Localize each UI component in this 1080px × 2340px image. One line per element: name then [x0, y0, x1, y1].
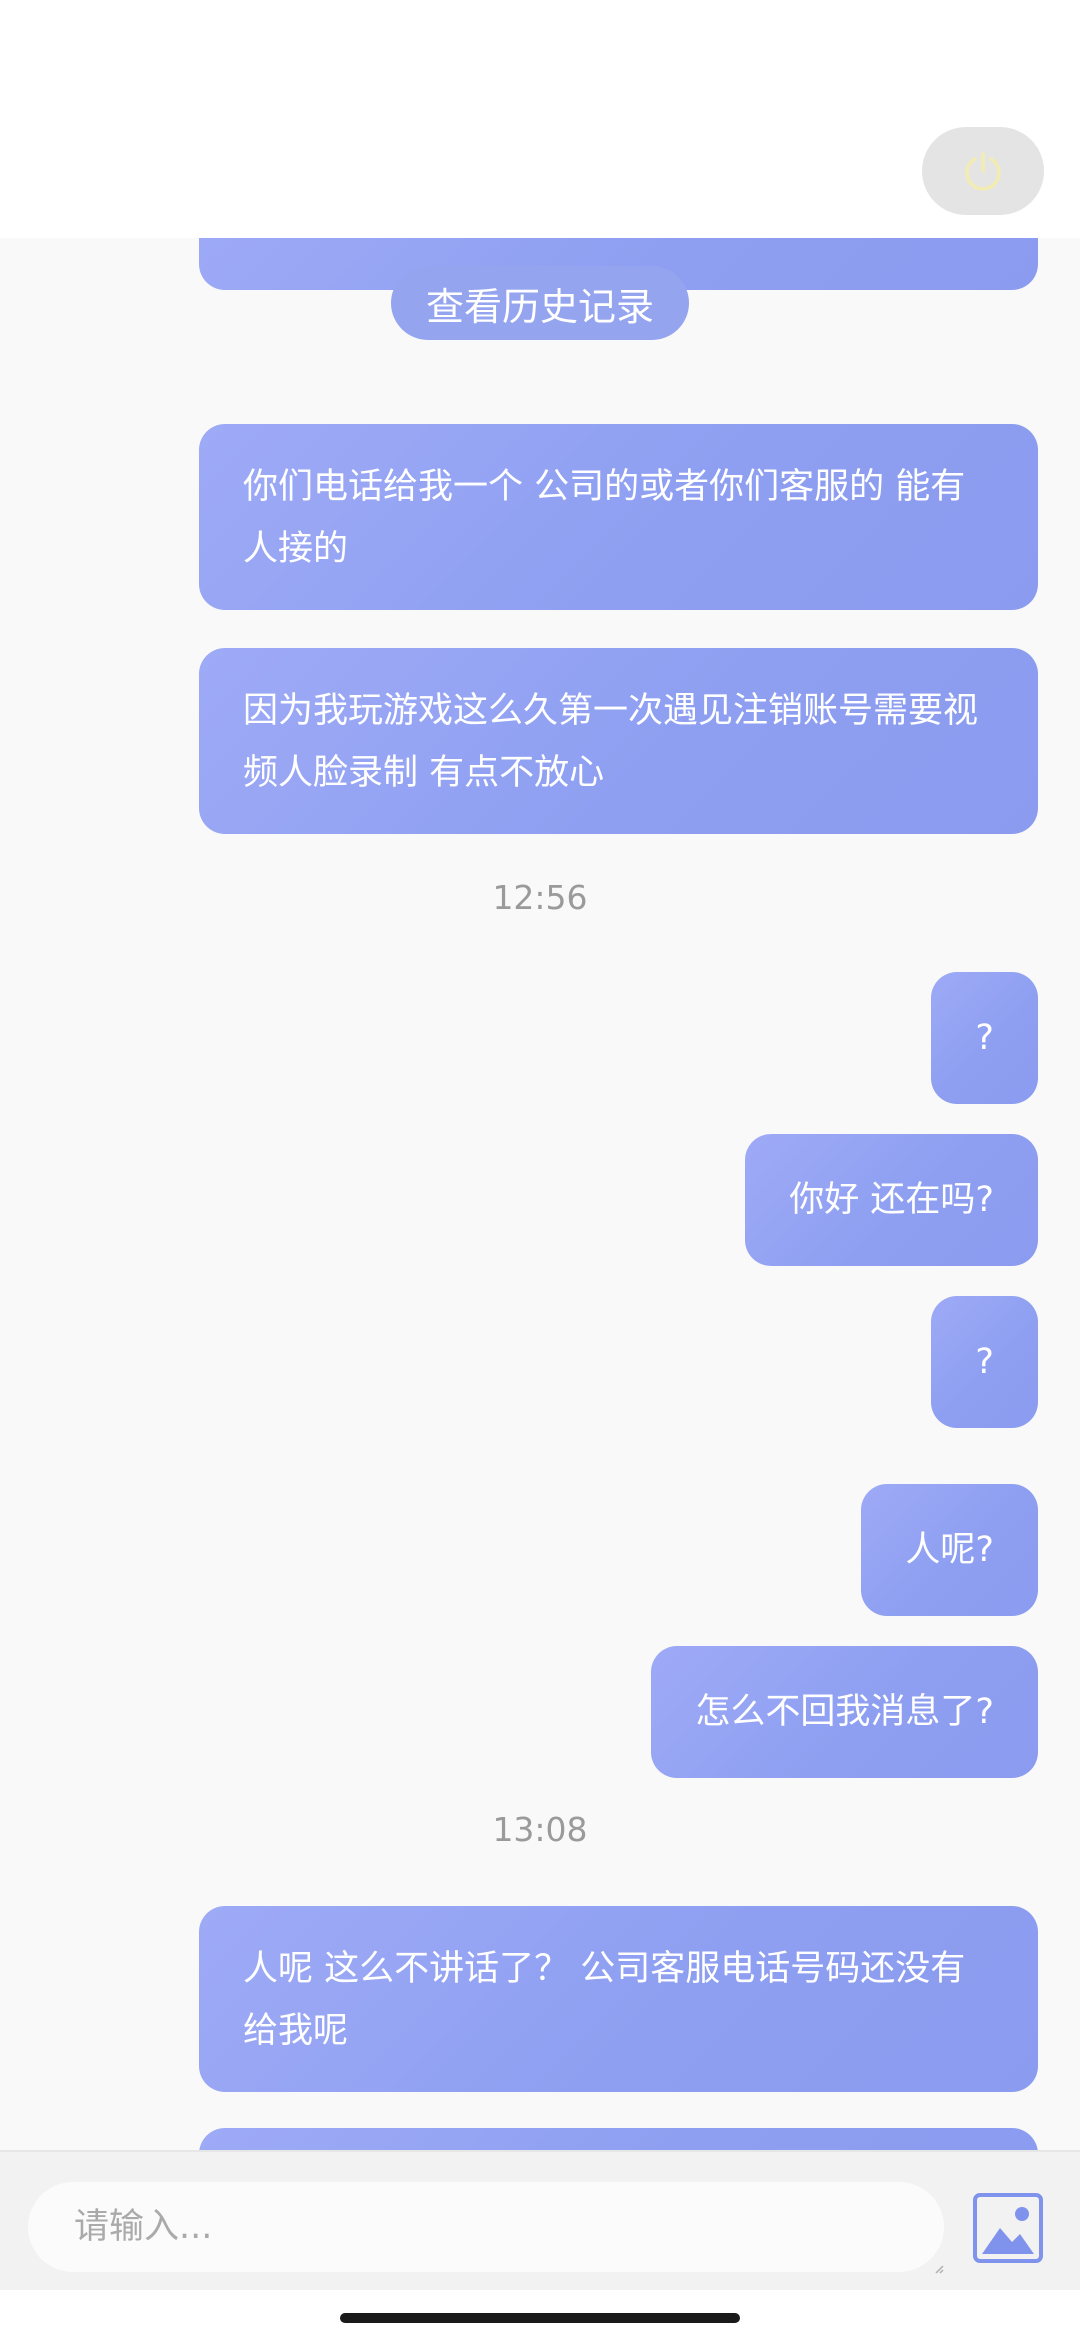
timestamp: 12:56 — [492, 878, 588, 917]
message-text: 怎么不回我消息了? — [695, 1692, 994, 1732]
message-text: 人呢 这么不讲话了？ 公司客服电话号码还没有给我呢 — [243, 1949, 966, 2051]
chat-screen: 查看历史记录 你们电话给我一个 公司的或者你们客服的 能有人接的 因为我玩游戏这… — [0, 0, 1080, 2340]
message-text: 你们电话给我一个 公司的或者你们客服的 能有人接的 — [243, 467, 966, 569]
power-icon — [965, 152, 1001, 191]
message-bubble: 你好 还在吗? — [745, 1134, 1038, 1266]
image-icon[interactable] — [972, 2192, 1044, 2264]
message-text: 因为我玩游戏这么久第一次遇见注销账号需要视频人脸录制 有点不放心 — [243, 691, 979, 793]
resize-handle-icon — [935, 2265, 944, 2274]
input-bar — [0, 2150, 1080, 2292]
timestamp: 13:08 — [492, 1810, 588, 1849]
message-bubble: 因为我玩游戏这么久第一次遇见注销账号需要视频人脸录制 有点不放心 — [199, 648, 1038, 834]
message-bubble-partial — [199, 2128, 1038, 2150]
header — [0, 0, 1080, 238]
system-navigation — [0, 2290, 1080, 2340]
message-input[interactable] — [28, 2182, 944, 2272]
power-button[interactable] — [922, 127, 1044, 215]
message-text: ? — [975, 1018, 994, 1058]
message-bubble: 人呢? — [861, 1484, 1038, 1616]
message-bubble: ? — [931, 972, 1038, 1104]
message-bubble: 人呢 这么不讲话了？ 公司客服电话号码还没有给我呢 — [199, 1906, 1038, 2092]
message-text: ? — [975, 1342, 994, 1382]
message-text: 你好 还在吗? — [789, 1180, 994, 1220]
message-text: 人呢? — [905, 1530, 994, 1570]
message-bubble: ? — [931, 1296, 1038, 1428]
home-indicator[interactable] — [340, 2313, 740, 2323]
message-bubble: 怎么不回我消息了? — [651, 1646, 1038, 1778]
message-bubble: 你们电话给我一个 公司的或者你们客服的 能有人接的 — [199, 424, 1038, 610]
message-list[interactable]: 查看历史记录 你们电话给我一个 公司的或者你们客服的 能有人接的 因为我玩游戏这… — [0, 238, 1080, 2150]
view-history-button[interactable]: 查看历史记录 — [391, 266, 689, 340]
